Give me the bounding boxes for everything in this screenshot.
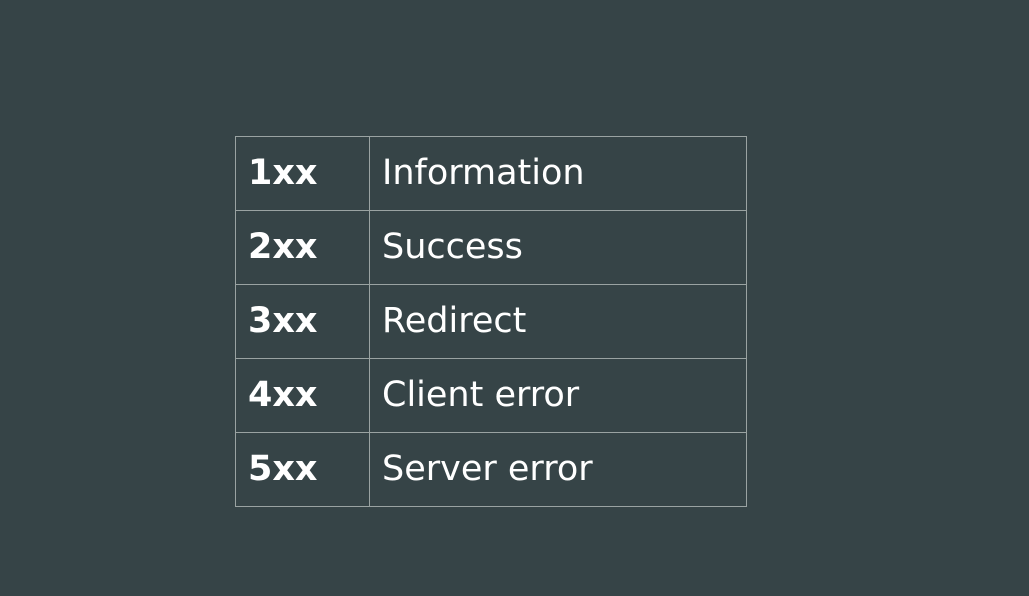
table-row: 2xx Success [235,210,747,285]
status-meaning-cell: Client error [369,358,747,433]
status-meaning-cell: Server error [369,432,747,507]
status-meaning-cell: Information [369,136,747,211]
status-code-cell: 3xx [235,284,370,359]
table-row: 4xx Client error [235,358,747,433]
status-code-cell: 2xx [235,210,370,285]
table-row: 5xx Server error [235,432,747,507]
table-row: 1xx Information [235,136,747,211]
table-row: 3xx Redirect [235,284,747,359]
status-code-cell: 4xx [235,358,370,433]
status-meaning-cell: Redirect [369,284,747,359]
status-meaning-cell: Success [369,210,747,285]
status-code-cell: 5xx [235,432,370,507]
status-code-table: 1xx Information 2xx Success 3xx Redirect… [235,136,747,507]
status-code-cell: 1xx [235,136,370,211]
